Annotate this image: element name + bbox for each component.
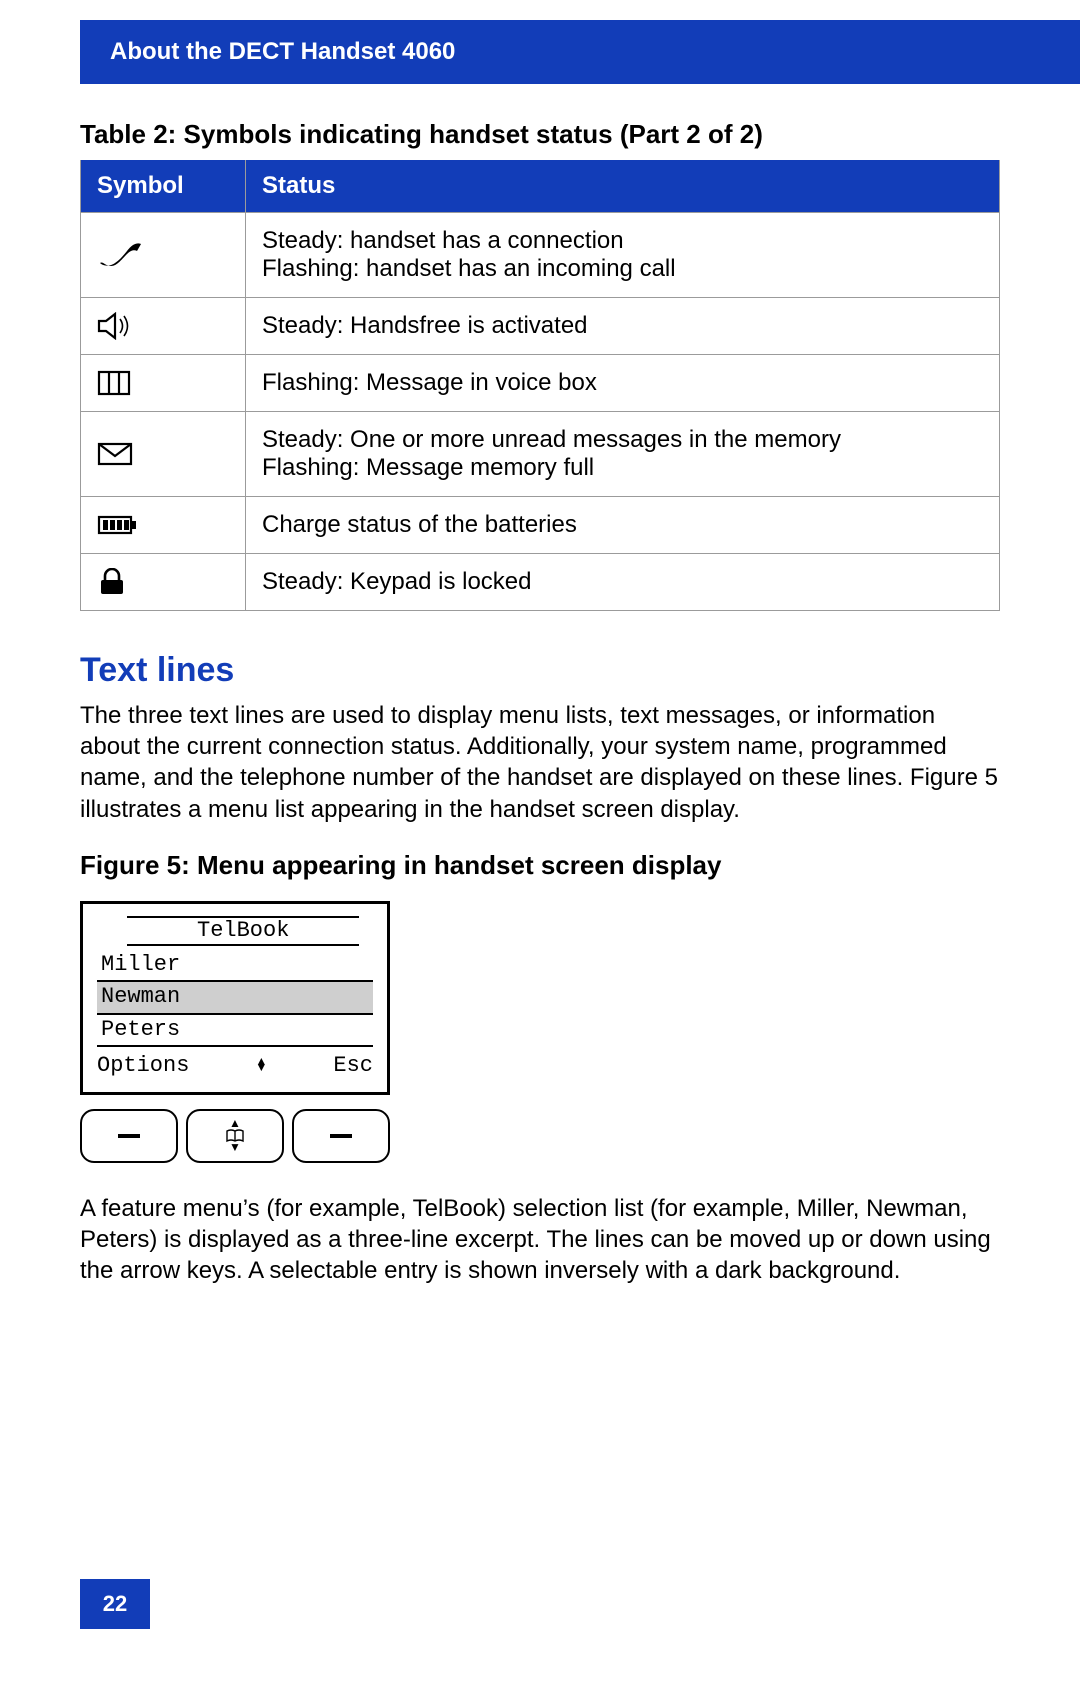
table-row: Steady: handset has a connection Flashin… (81, 213, 1000, 298)
envelope-icon (97, 441, 229, 467)
dash-icon (326, 1132, 356, 1140)
table-caption: Table 2: Symbols indicating handset stat… (80, 119, 1000, 150)
table-row: Flashing: Message in voice box (81, 355, 1000, 412)
status-text: Charge status of the batteries (262, 511, 577, 538)
status-cell: Charge status of the batteries (246, 497, 1000, 554)
lcd-screen: TelBook Miller Newman Peters Options ▲▼ … (80, 901, 390, 1095)
page-number: 22 (80, 1579, 150, 1629)
status-text: Steady: Handsfree is activated (262, 312, 588, 339)
col-header-symbol: Symbol (81, 160, 246, 213)
section-heading: Text lines (80, 651, 1000, 690)
softkey-right: Esc (333, 1053, 373, 1078)
symbol-cell (81, 298, 246, 355)
status-text: Steady: One or more unread messages in t… (262, 426, 841, 481)
symbol-cell (81, 355, 246, 412)
hardkey-right (292, 1109, 390, 1163)
symbol-cell (81, 497, 246, 554)
header-bar: About the DECT Handset 4060 (80, 20, 1080, 84)
status-cell: Steady: Keypad is locked (246, 554, 1000, 611)
lcd-title: TelBook (127, 916, 359, 946)
closing-paragraph: A feature menu’s (for example, TelBook) … (80, 1193, 1000, 1287)
battery-icon (97, 514, 229, 536)
hardkey-left (80, 1109, 178, 1163)
figure-caption: Figure 5: Menu appearing in handset scre… (80, 850, 1000, 881)
nav-key-icon: ▲ ▼ (226, 1119, 244, 1152)
lcd-entry-2: Peters (97, 1015, 373, 1047)
hardkey-nav: ▲ ▼ (186, 1109, 284, 1163)
table-row: Steady: One or more unread messages in t… (81, 412, 1000, 497)
status-text: Flashing: Message in voice box (262, 369, 597, 396)
softkey-left: Options (97, 1053, 189, 1078)
status-text: Steady: Keypad is locked (262, 568, 532, 595)
lcd-softkey-row: Options ▲▼ Esc (97, 1047, 373, 1078)
table-row: Charge status of the batteries (81, 497, 1000, 554)
lcd-entry-1: Newman (97, 982, 373, 1014)
table-row: Steady: Handsfree is activated (81, 298, 1000, 355)
symbol-cell (81, 554, 246, 611)
symbol-cell (81, 412, 246, 497)
page: About the DECT Handset 4060 Table 2: Sym… (0, 20, 1080, 1689)
status-cell: Flashing: Message in voice box (246, 355, 1000, 412)
status-text: Steady: handset has a connection Flashin… (262, 227, 676, 282)
status-cell: Steady: One or more unread messages in t… (246, 412, 1000, 497)
symbol-status-table: Symbol Status Steady: handset has a conn… (80, 160, 1000, 611)
header-title: About the DECT Handset 4060 (110, 38, 455, 65)
symbol-cell (81, 213, 246, 298)
status-cell: Steady: handset has a connection Flashin… (246, 213, 1000, 298)
speaker-icon (97, 312, 229, 340)
hardkey-row: ▲ ▼ (80, 1109, 390, 1163)
lcd-entry-0: Miller (97, 950, 373, 982)
voicebox-icon (97, 370, 229, 396)
handset-figure: TelBook Miller Newman Peters Options ▲▼ … (80, 901, 1000, 1163)
lcd-title-row: TelBook (97, 914, 373, 950)
col-header-status: Status (246, 160, 1000, 213)
scroll-arrows-icon: ▲▼ (258, 1059, 265, 1072)
phone-icon (97, 239, 229, 271)
lock-icon (97, 568, 229, 596)
dash-icon (114, 1132, 144, 1140)
section-paragraph: The three text lines are used to display… (80, 700, 1000, 825)
table-row: Steady: Keypad is locked (81, 554, 1000, 611)
status-cell: Steady: Handsfree is activated (246, 298, 1000, 355)
